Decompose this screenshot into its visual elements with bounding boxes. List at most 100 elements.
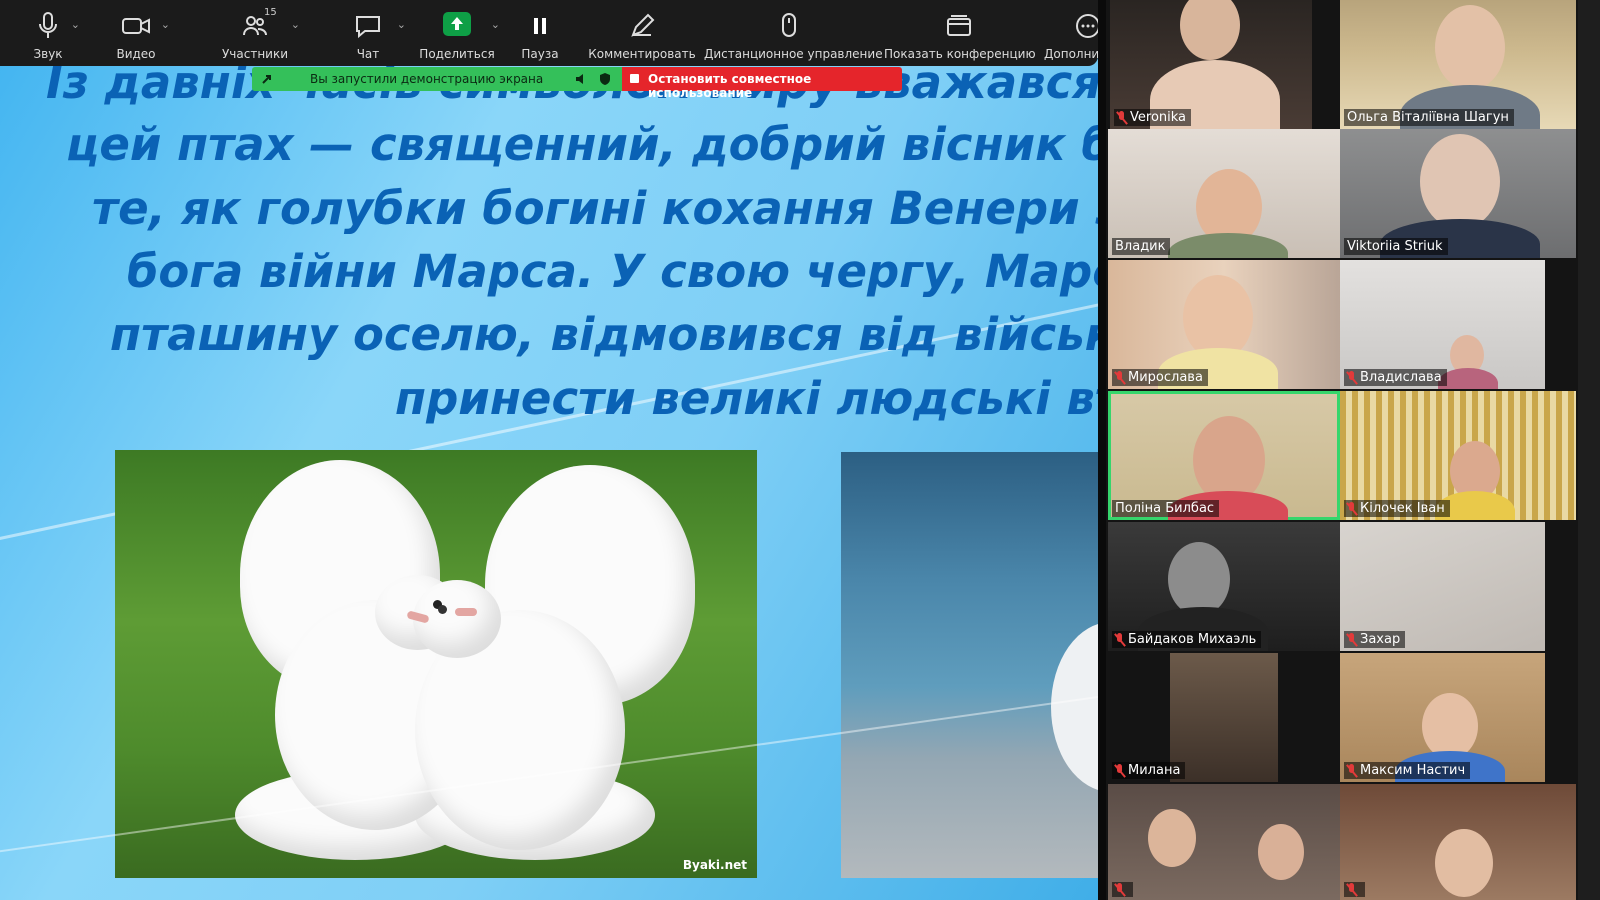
participant-tile[interactable]: Захар (1340, 522, 1545, 651)
show-meeting-icon (947, 15, 971, 36)
participant-name-tag: Veronika (1114, 109, 1192, 126)
more-button[interactable]: Дополни (1040, 0, 1098, 66)
participant-name: Кілочек Іван (1360, 501, 1445, 516)
participant-body (1168, 233, 1288, 258)
mic-muted-icon (1347, 633, 1356, 646)
participant-name-tag: Захар (1344, 631, 1406, 648)
slide-text-line: бога війни Марса. У свою чергу, Марс, що (127, 245, 1098, 298)
participant-tile[interactable]: Владик (1108, 129, 1340, 258)
chevron-down-icon[interactable]: ⌄ (397, 18, 406, 31)
participants-label: Участники (221, 47, 289, 61)
participant-tile[interactable]: Мирослава (1108, 260, 1340, 389)
participant-name-tag: Владислава (1344, 369, 1447, 386)
participant-tile[interactable]: Veronika (1110, 0, 1312, 129)
doves-photo: Byaki.net (115, 450, 757, 878)
shield-icon[interactable] (598, 72, 612, 86)
participant-face (1180, 0, 1240, 60)
photo-watermark: Byaki.net (682, 858, 747, 872)
pause-label: Пауза (521, 47, 559, 61)
participant-name: Байдаков Михаэль (1128, 632, 1257, 647)
participant-face (1420, 134, 1500, 229)
video-camera-icon (122, 18, 150, 34)
stop-share-label: Остановить совместное использование (648, 72, 812, 100)
participant-tile[interactable] (1340, 784, 1576, 900)
audio-label: Звук (33, 47, 63, 61)
share-button[interactable]: ⌄ Поделиться (412, 0, 502, 66)
participant-name-tag: Viktoriia Striuk (1344, 238, 1448, 255)
mic-muted-icon (1115, 764, 1124, 777)
participants-button[interactable]: 15 ⌄ Участники (200, 0, 310, 66)
chevron-down-icon[interactable]: ⌄ (291, 18, 300, 31)
microphone-icon (39, 12, 57, 38)
chevron-down-icon[interactable]: ⌄ (491, 18, 500, 31)
participant-name: Владик (1115, 239, 1166, 254)
pause-share-button[interactable]: Пауза (510, 0, 570, 66)
speaker-icon[interactable] (574, 72, 588, 86)
participant-tile[interactable]: Ольга Віталіївна Шагун (1340, 0, 1576, 129)
video-button[interactable]: ⌄ Видео (98, 0, 174, 66)
annotate-button[interactable]: Комментировать (588, 0, 696, 66)
stop-square-icon (630, 74, 639, 83)
participant-name-tag: Владик (1112, 238, 1171, 255)
participant-face (1435, 829, 1493, 897)
slide-text-line: цей птах — священний, добрий вісник богі… (66, 118, 1098, 171)
participant-tile[interactable]: Кілочек Іван (1340, 391, 1576, 520)
participant-face (1435, 5, 1505, 90)
participant-name-tag: Кілочек Іван (1344, 500, 1450, 517)
participant-name-tag: Байдаков Михаэль (1112, 631, 1262, 648)
participant-name: Максим Настич (1360, 763, 1466, 778)
participant-face (1148, 809, 1196, 867)
dove-beak (455, 608, 477, 616)
participant-video (1170, 653, 1278, 782)
participant-name: Veronika (1130, 110, 1187, 125)
participant-tile[interactable]: Владислава (1340, 260, 1545, 389)
participant-face (1422, 693, 1478, 759)
participant-tile[interactable]: Милана (1108, 653, 1340, 782)
show-meeting-label: Показать конференцию (884, 47, 1036, 61)
mic-muted-icon (1347, 883, 1356, 896)
chat-icon (356, 16, 380, 39)
participant-name-tag (1344, 882, 1365, 897)
remote-control-label: Дистанционное управление (704, 47, 883, 61)
participant-name: Ольга Віталіївна Шагун (1347, 110, 1509, 125)
show-meeting-button[interactable]: Показать конференцию (884, 0, 1036, 66)
participant-tile[interactable]: Максим Настич (1340, 653, 1545, 782)
participant-tile-active-speaker[interactable]: Поліна Билбас (1108, 391, 1340, 520)
participant-name-tag (1112, 882, 1133, 897)
remote-control-button[interactable]: Дистанционное управление (704, 0, 883, 66)
gallery-scrollbar[interactable] (1578, 0, 1600, 900)
annotate-label: Комментировать (588, 47, 696, 61)
stop-share-button[interactable]: Остановить совместное использование (622, 67, 902, 100)
chevron-down-icon[interactable]: ⌄ (71, 18, 80, 31)
participant-tile[interactable]: Байдаков Михаэль (1108, 522, 1340, 651)
share-status-indicator: Вы запустили демонстрацию экрана (252, 67, 622, 91)
slide-text-line: пташину оселю, відмовився від військови (110, 308, 1098, 361)
mic-muted-icon (1347, 764, 1356, 777)
participant-name-tag: Ольга Віталіївна Шагун (1344, 109, 1514, 126)
mic-muted-icon (1115, 633, 1124, 646)
audio-button[interactable]: ⌄ Звук (10, 0, 86, 66)
mic-muted-icon (1117, 111, 1126, 124)
pause-icon (534, 18, 546, 34)
participant-name: Поліна Билбас (1115, 501, 1215, 516)
participant-face (1168, 542, 1230, 616)
participant-name: Владислава (1360, 370, 1442, 385)
chat-button[interactable]: ⌄ Чат (330, 0, 406, 66)
mouse-icon (782, 13, 796, 37)
chevron-down-icon[interactable]: ⌄ (161, 18, 170, 31)
participant-tile[interactable] (1108, 784, 1340, 900)
share-arrow-icon (262, 75, 271, 84)
more-label: Дополни (1044, 47, 1098, 61)
slide-text-line: принести великі людські втр (395, 372, 1098, 425)
participant-name: Viktoriia Striuk (1347, 239, 1443, 254)
gallery-divider (1098, 0, 1106, 900)
participant-face (1258, 824, 1304, 880)
chat-label: Чат (356, 47, 380, 61)
share-label: Поделиться (419, 47, 495, 61)
dove-eye (438, 605, 447, 614)
shared-slide: Із давніх часів символом миру вважався г… (0, 0, 1098, 900)
participant-name-tag: Мирослава (1112, 369, 1208, 386)
participant-name-tag: Милана (1112, 762, 1186, 779)
participant-tile[interactable]: Viktoriia Striuk (1340, 129, 1576, 258)
participant-name-tag: Максим Настич (1344, 762, 1471, 779)
